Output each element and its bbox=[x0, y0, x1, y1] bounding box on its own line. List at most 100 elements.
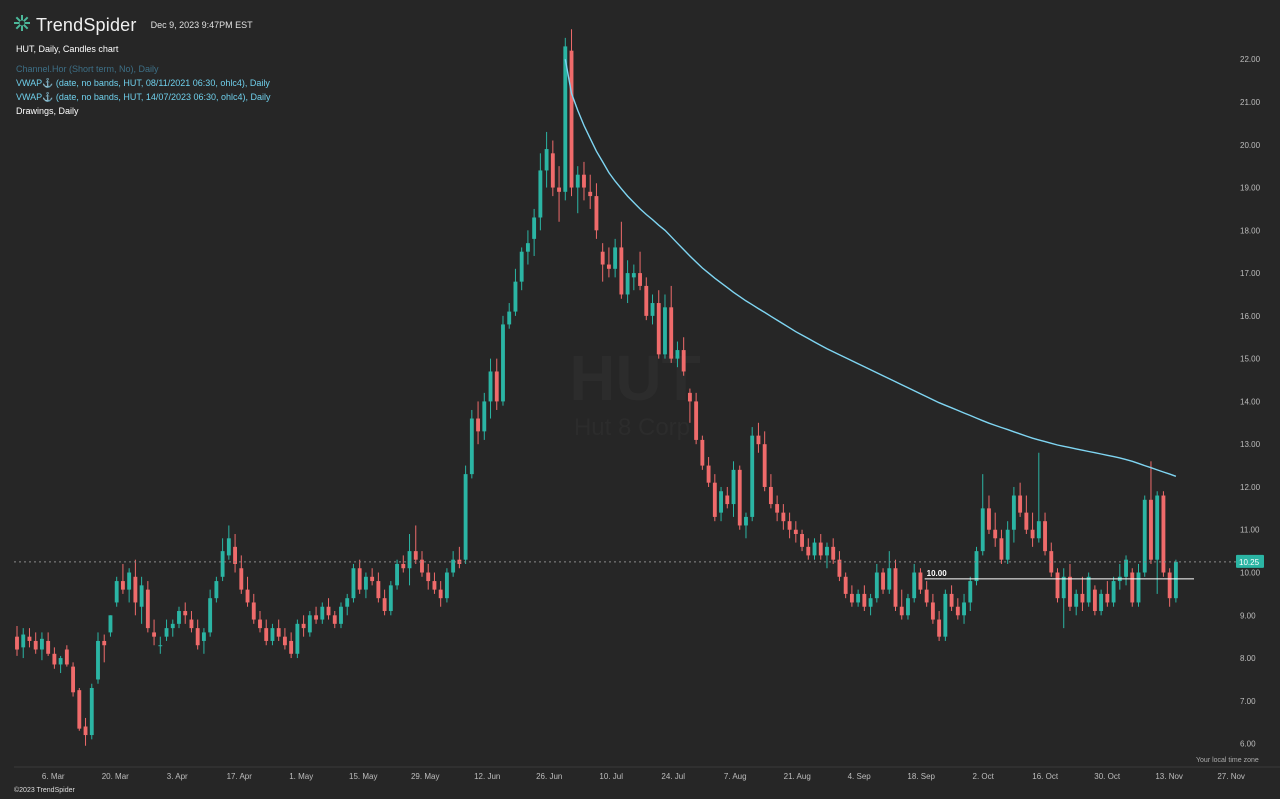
legend-drawings[interactable]: Drawings, Daily bbox=[16, 104, 271, 118]
candle bbox=[719, 486, 723, 522]
candle bbox=[189, 611, 194, 633]
candle-body bbox=[413, 551, 418, 560]
candle bbox=[650, 294, 655, 325]
candle bbox=[887, 551, 892, 594]
candle-body bbox=[1136, 572, 1141, 603]
last-price-badge: 10.25 bbox=[1236, 554, 1264, 568]
y-tick-label: 14.00 bbox=[1240, 397, 1261, 406]
legend-channel-indicator[interactable]: Channel.Hor (Short term, No), Daily bbox=[16, 62, 271, 76]
candle bbox=[999, 529, 1004, 564]
candle-body bbox=[980, 508, 985, 552]
candle-body bbox=[133, 576, 138, 603]
candle-body bbox=[15, 636, 19, 650]
candle-body bbox=[114, 581, 119, 603]
candle bbox=[793, 521, 798, 543]
candle bbox=[619, 221, 624, 299]
legend-vwap-2023[interactable]: VWAP⚓ (date, no bands, HUT, 14/07/2023 0… bbox=[16, 90, 271, 104]
candle-body bbox=[619, 247, 624, 295]
candle-body bbox=[781, 512, 786, 522]
candle bbox=[177, 606, 181, 629]
candle bbox=[52, 647, 57, 669]
candle-body bbox=[295, 623, 300, 654]
brand-logo[interactable]: TrendSpider bbox=[14, 14, 137, 36]
candle-body bbox=[538, 170, 543, 218]
level-label: 10.00 bbox=[927, 569, 948, 578]
candle bbox=[725, 486, 730, 509]
candle-body bbox=[357, 568, 362, 590]
candle-body bbox=[924, 589, 929, 603]
candle-body bbox=[1099, 593, 1104, 612]
candle bbox=[550, 140, 555, 197]
candle bbox=[849, 585, 854, 607]
x-tick-label: 1. May bbox=[289, 772, 313, 781]
candle bbox=[345, 593, 350, 616]
candle-body bbox=[582, 174, 586, 188]
candle-body bbox=[719, 491, 723, 513]
candle bbox=[787, 512, 792, 539]
candle bbox=[525, 230, 530, 265]
x-tick-label: 20. Mar bbox=[102, 772, 129, 781]
candle-body bbox=[818, 542, 823, 556]
candle bbox=[1086, 572, 1091, 607]
candle bbox=[1124, 555, 1128, 586]
candle-body bbox=[918, 572, 923, 590]
candle-body bbox=[625, 273, 630, 295]
candle bbox=[482, 392, 487, 440]
candle-body bbox=[189, 619, 194, 629]
candle-body bbox=[482, 401, 487, 432]
candle bbox=[968, 576, 973, 612]
candle bbox=[476, 401, 480, 445]
candle-body bbox=[339, 606, 343, 624]
x-axis[interactable]: 6. Mar 20. Mar 3. Apr 17. Apr 1. May 15. May 2… bbox=[42, 772, 1280, 781]
price-chart[interactable]: HUT Hut 8 Corp 10.00 6.00 7.00 8.00 9.00 10.… bbox=[0, 0, 1280, 799]
y-tick-label: 20.00 bbox=[1240, 141, 1261, 150]
candle bbox=[158, 636, 163, 654]
candle-body bbox=[33, 640, 38, 650]
candle-body bbox=[793, 529, 798, 535]
candle bbox=[58, 655, 63, 674]
timezone-label[interactable]: Your local time zone bbox=[1196, 757, 1259, 764]
candle bbox=[831, 538, 836, 564]
candle bbox=[1011, 486, 1016, 543]
candle bbox=[1030, 512, 1035, 547]
candle-body bbox=[974, 551, 979, 582]
y-tick-label: 12.00 bbox=[1240, 483, 1261, 492]
candle bbox=[1142, 495, 1147, 577]
candle bbox=[195, 619, 200, 650]
candle-body bbox=[1005, 529, 1010, 560]
candle-body bbox=[1092, 589, 1097, 612]
candle-body bbox=[1068, 576, 1072, 607]
candle-body bbox=[1086, 576, 1091, 603]
candle bbox=[575, 166, 580, 214]
candle bbox=[77, 688, 82, 731]
candle bbox=[1092, 585, 1097, 616]
candle bbox=[943, 589, 948, 641]
candle bbox=[239, 555, 244, 594]
legend-vwap-2021[interactable]: VWAP⚓ (date, no bands, HUT, 08/11/2021 0… bbox=[16, 76, 271, 90]
candle-body bbox=[831, 546, 836, 560]
candle-body bbox=[332, 615, 337, 624]
candle-body bbox=[164, 628, 169, 637]
x-tick-label: 17. Apr bbox=[227, 772, 253, 781]
candle-body bbox=[183, 611, 188, 616]
x-tick-label: 21. Aug bbox=[784, 772, 811, 781]
candle bbox=[899, 589, 904, 620]
candle bbox=[744, 512, 748, 539]
candle-body bbox=[282, 636, 287, 646]
candle bbox=[519, 247, 524, 291]
candle bbox=[127, 568, 132, 603]
watermark-company-name: Hut 8 Corp bbox=[574, 414, 690, 441]
candle bbox=[15, 625, 19, 656]
candle-body bbox=[1061, 576, 1066, 599]
candle-body bbox=[825, 546, 829, 556]
candle bbox=[1018, 482, 1023, 517]
legend-chart-title[interactable]: HUT, Daily, Candles chart bbox=[16, 42, 271, 56]
candle bbox=[781, 504, 786, 530]
candle bbox=[395, 559, 399, 590]
candle-body bbox=[208, 598, 213, 633]
x-tick-label: 13. Nov bbox=[1155, 772, 1183, 781]
y-axis[interactable]: 6.00 7.00 8.00 9.00 10.00 11.00 12.00 13.00 14.0… bbox=[1240, 55, 1261, 748]
candle-body bbox=[388, 585, 393, 612]
candle bbox=[139, 576, 144, 624]
candle bbox=[806, 538, 811, 560]
